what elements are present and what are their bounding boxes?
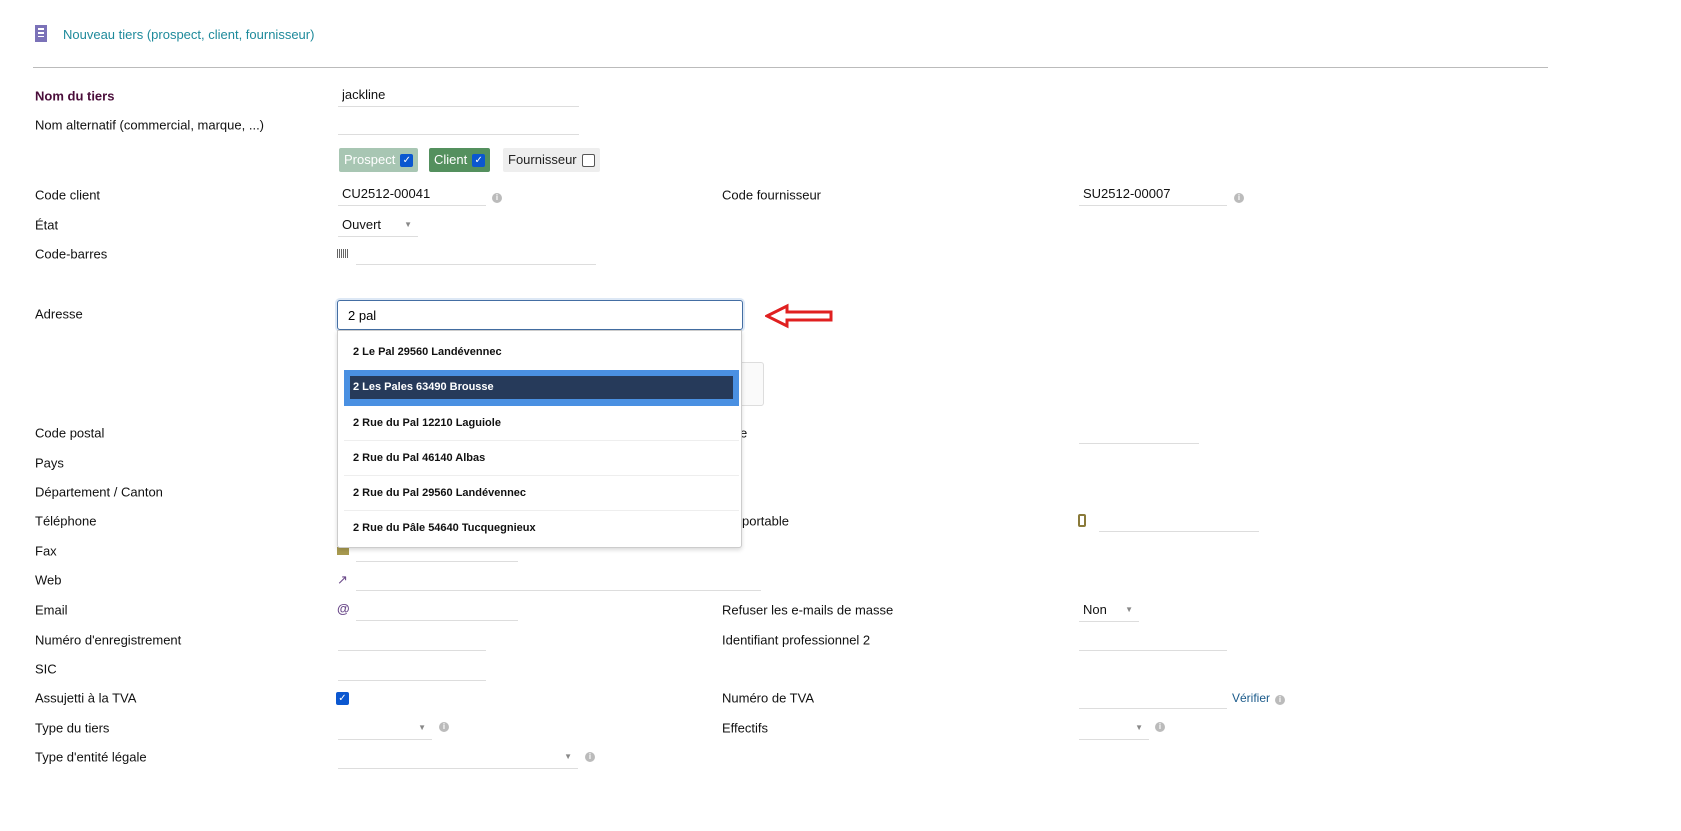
etat-value: Ouvert (342, 217, 382, 232)
chevron-down-icon: ▼ (418, 723, 426, 732)
label-num-enreg: Numéro d'enregistrement (35, 632, 182, 648)
refuser-select[interactable]: Non ▼ (1079, 598, 1139, 622)
label-departement: Département / Canton (35, 484, 163, 500)
num-tva-input[interactable] (1079, 685, 1227, 709)
ident-pro2-input[interactable] (1079, 627, 1227, 651)
at-icon: @ (337, 601, 350, 616)
chevron-down-icon: ▼ (404, 220, 412, 229)
effectifs-select[interactable]: ▼ (1079, 716, 1149, 740)
chevron-down-icon: ▼ (1125, 605, 1133, 614)
info-icon: i (1234, 193, 1244, 203)
suggestion-item[interactable]: 2 Rue du Pal 29560 Landévennec (344, 476, 739, 511)
prospect-checkbox[interactable]: ✓ (400, 154, 414, 168)
client-toggle[interactable]: Client ✓ (429, 148, 491, 172)
barcode-icon (337, 249, 349, 258)
divider (33, 67, 1548, 68)
info-icon: i (1155, 722, 1165, 732)
etat-select[interactable]: Ouvert ▼ (338, 213, 418, 237)
info-icon: i (1275, 695, 1285, 705)
label-email: Email (35, 602, 68, 618)
type-entite-select[interactable]: ▼ (338, 745, 578, 769)
label-num-tva: Numéro de TVA (722, 690, 815, 706)
label-ident-pro2: Identifiant professionnel 2 (722, 632, 871, 648)
external-link-icon: ↗ (337, 572, 348, 587)
code-client-input[interactable] (338, 182, 486, 206)
suggestion-item-highlighted[interactable]: 2 Les Pales 63490 Brousse (344, 370, 739, 406)
label-effectifs: Effectifs (722, 720, 769, 736)
code-fournisseur-input[interactable] (1079, 182, 1227, 206)
building-icon (35, 25, 47, 42)
num-enreg-input[interactable] (338, 627, 486, 651)
web-input[interactable] (356, 567, 761, 591)
label-pays: Pays (35, 455, 64, 471)
email-input[interactable] (356, 597, 518, 621)
address-suggestions-dropdown: 2 Le Pal 29560 Landévennec 2 Les Pales 6… (337, 330, 742, 548)
code-barres-input[interactable] (356, 241, 596, 265)
client-label: Client (434, 152, 468, 167)
nom-tiers-input[interactable] (338, 83, 579, 107)
portable-input[interactable] (1099, 508, 1259, 532)
type-tiers-select[interactable]: ▼ (338, 716, 432, 740)
info-icon: i (492, 193, 502, 203)
page-title: Nouveau tiers (prospect, client, fournis… (63, 27, 315, 42)
fournisseur-label: Fournisseur (508, 152, 577, 167)
label-fax: Fax (35, 543, 57, 559)
label-tva-assujetti: Assujetti à la TVA (35, 690, 137, 706)
label-type-tiers: Type du tiers (35, 720, 110, 736)
label-adresse: Adresse (35, 306, 83, 322)
fournisseur-checkbox[interactable] (581, 154, 595, 168)
verify-link[interactable]: Vérifier (1232, 691, 1270, 705)
sic-input[interactable] (338, 657, 486, 681)
label-type-entite: Type d'entité légale (35, 749, 147, 765)
chevron-down-icon: ▼ (1135, 723, 1143, 732)
fax-icon (337, 547, 349, 555)
ville-input[interactable] (1079, 420, 1199, 444)
info-icon: i (585, 752, 595, 762)
client-checkbox[interactable]: ✓ (472, 154, 486, 168)
label-code-barres: Code-barres (35, 246, 108, 262)
prospect-label: Prospect (344, 152, 396, 167)
label-nom-alt: Nom alternatif (commercial, marque, ...) (35, 117, 265, 133)
label-etat: État (35, 217, 59, 233)
suggestion-item[interactable]: 2 Rue du Pal 46140 Albas (344, 441, 739, 476)
info-icon: i (439, 722, 449, 732)
tva-assujetti-checkbox[interactable]: ✓ (336, 692, 349, 705)
adresse-input[interactable] (337, 300, 743, 330)
label-nom-tiers: Nom du tiers (35, 88, 115, 104)
label-code-fournisseur: Code fournisseur (722, 187, 821, 203)
label-code-postal: Code postal (35, 425, 105, 441)
mobile-phone-icon (1078, 514, 1086, 527)
chevron-down-icon: ▼ (564, 752, 572, 761)
label-sic: SIC (35, 661, 57, 677)
suggestion-item[interactable]: 2 Rue du Pal 12210 Laguiole (344, 406, 739, 441)
label-telephone: Téléphone (35, 513, 97, 529)
suggestion-item[interactable]: 2 Rue du Pâle 54640 Tucquegnieux (344, 511, 739, 546)
refuser-value: Non (1083, 602, 1107, 617)
label-refuser: Refuser les e-mails de masse (722, 602, 894, 618)
label-code-client: Code client (35, 187, 101, 203)
fournisseur-toggle[interactable]: Fournisseur (503, 148, 600, 172)
prospect-toggle[interactable]: Prospect ✓ (339, 148, 419, 172)
suggestion-label: 2 Les Pales 63490 Brousse (350, 376, 733, 399)
nom-alt-input[interactable] (338, 111, 579, 135)
suggestion-item[interactable]: 2 Le Pal 29560 Landévennec (344, 335, 739, 370)
label-web: Web (35, 572, 62, 588)
label-portable: portable (742, 513, 789, 529)
red-arrow-annotation (763, 303, 835, 332)
